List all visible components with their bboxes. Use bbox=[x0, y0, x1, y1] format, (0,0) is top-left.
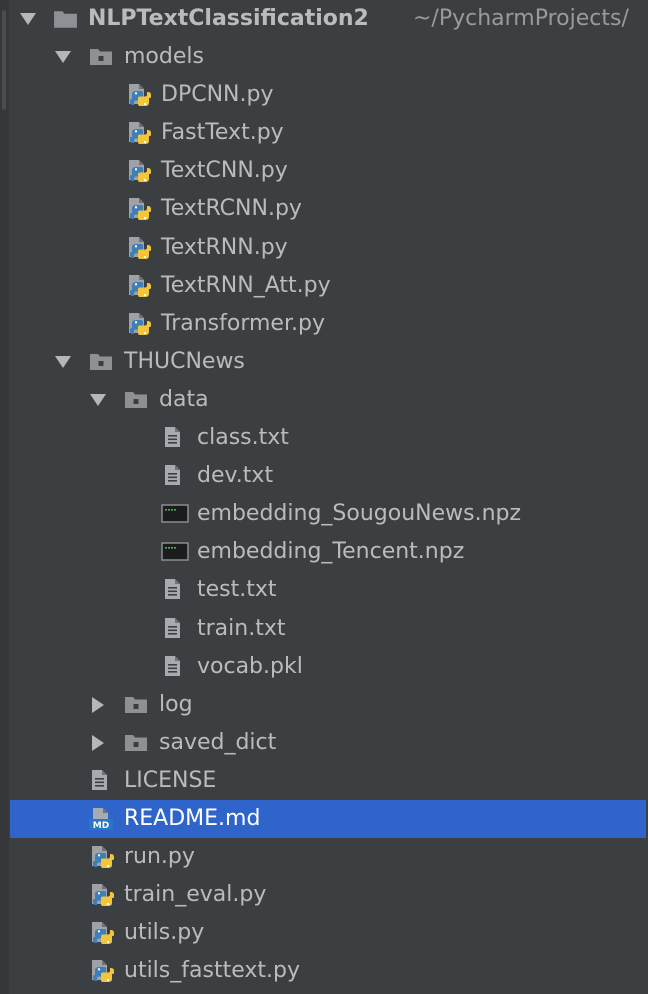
python-file-icon bbox=[124, 152, 154, 190]
tree-item-label: TextRCNN.py bbox=[161, 196, 302, 221]
tree-item-label: Transformer.py bbox=[161, 311, 325, 336]
tree-row[interactable]: utils.py bbox=[0, 914, 648, 952]
tree-item-label: README.md bbox=[124, 806, 261, 831]
folder-icon bbox=[87, 38, 117, 76]
python-file-icon bbox=[87, 876, 117, 914]
tree-item-label: vocab.pkl bbox=[197, 654, 303, 679]
tree-item-label: dev.txt bbox=[197, 463, 274, 488]
folder-icon bbox=[122, 686, 152, 724]
tree-row[interactable]: models bbox=[0, 38, 648, 76]
tree-row[interactable]: TextRNN.py bbox=[0, 229, 648, 267]
tree-item-label: TextRNN_Att.py bbox=[161, 273, 331, 298]
chevron-right-icon[interactable] bbox=[87, 686, 109, 724]
text-file-icon bbox=[160, 419, 190, 457]
tree-row[interactable]: saved_dict bbox=[0, 724, 648, 762]
tree-item-label: FastText.py bbox=[161, 120, 284, 145]
tree-row[interactable]: vocab.pkl bbox=[0, 648, 648, 686]
folder-icon bbox=[122, 724, 152, 762]
text-file-icon bbox=[160, 457, 190, 495]
tree-row[interactable]: embedding_Tencent.npz bbox=[0, 533, 648, 571]
tree-row[interactable]: dev.txt bbox=[0, 457, 648, 495]
tree-item-label: models bbox=[124, 44, 204, 69]
tree-item-label: TextCNN.py bbox=[161, 158, 288, 183]
tree-item-label: class.txt bbox=[197, 425, 289, 450]
tree-row[interactable]: THUCNews bbox=[0, 343, 648, 381]
python-file-icon bbox=[124, 76, 154, 114]
tree-row[interactable]: utils_fasttext.py bbox=[0, 952, 648, 990]
tree-row[interactable]: embedding_SougouNews.npz bbox=[0, 495, 648, 533]
text-file-icon bbox=[160, 571, 190, 609]
python-file-icon bbox=[124, 267, 154, 305]
tree-row[interactable]: data bbox=[0, 381, 648, 419]
tree-row[interactable]: train_eval.py bbox=[0, 876, 648, 914]
chevron-down-icon[interactable] bbox=[17, 0, 39, 38]
python-file-icon bbox=[87, 914, 117, 952]
tree-row[interactable]: TextCNN.py bbox=[0, 152, 648, 190]
project-tree: NLPTextClassification2 ~/PycharmProjects… bbox=[0, 0, 648, 994]
python-file-icon bbox=[87, 952, 117, 990]
tree-item-label: embedding_SougouNews.npz bbox=[197, 501, 522, 526]
tree-item-label: test.txt bbox=[197, 577, 277, 602]
python-file-icon bbox=[87, 838, 117, 876]
chevron-right-icon[interactable] bbox=[87, 724, 109, 762]
tree-item-label: train_eval.py bbox=[124, 882, 267, 907]
tree-row[interactable]: run.py bbox=[0, 838, 648, 876]
tree-row[interactable]: class.txt bbox=[0, 419, 648, 457]
tree-row[interactable]: DPCNN.py bbox=[0, 76, 648, 114]
tree-row-project-root[interactable]: NLPTextClassification2 ~/PycharmProjects… bbox=[0, 0, 648, 38]
project-folder-icon bbox=[50, 0, 80, 38]
folder-icon bbox=[87, 343, 117, 381]
tree-item-label: utils.py bbox=[124, 920, 205, 945]
tree-row[interactable]: README.md bbox=[10, 800, 646, 838]
tree-item-label: embedding_Tencent.npz bbox=[197, 539, 465, 564]
tree-item-label: data bbox=[159, 387, 209, 412]
tree-row[interactable]: Transformer.py bbox=[0, 305, 648, 343]
tree-row[interactable]: test.txt bbox=[0, 571, 648, 609]
python-file-icon bbox=[124, 229, 154, 267]
text-file-icon bbox=[160, 648, 190, 686]
tree-item-label: run.py bbox=[124, 844, 195, 869]
markdown-file-icon bbox=[87, 800, 117, 838]
tree-item-label: saved_dict bbox=[159, 730, 277, 755]
text-file-icon bbox=[87, 762, 117, 800]
folder-icon bbox=[122, 381, 152, 419]
tree-row[interactable]: FastText.py bbox=[0, 114, 648, 152]
tree-item-label: log bbox=[159, 692, 193, 717]
chevron-down-icon[interactable] bbox=[52, 38, 74, 76]
tree-item-label: TextRNN.py bbox=[161, 235, 288, 260]
tree-item-label: train.txt bbox=[197, 616, 286, 641]
project-path: ~/PycharmProjects/ bbox=[413, 6, 629, 31]
tree-row[interactable]: train.txt bbox=[0, 610, 648, 648]
tree-row[interactable]: LICENSE bbox=[0, 762, 648, 800]
text-file-icon bbox=[160, 610, 190, 648]
chevron-down-icon[interactable] bbox=[87, 381, 109, 419]
tree-item-label: LICENSE bbox=[124, 768, 217, 793]
tree-item-label: THUCNews bbox=[124, 349, 245, 374]
tree-row[interactable]: log bbox=[0, 686, 648, 724]
chevron-down-icon[interactable] bbox=[52, 343, 74, 381]
tree-row[interactable]: TextRCNN.py bbox=[0, 190, 648, 228]
python-file-icon bbox=[124, 305, 154, 343]
binary-file-icon bbox=[160, 495, 190, 533]
project-name: NLPTextClassification2 bbox=[88, 6, 369, 31]
python-file-icon bbox=[124, 190, 154, 228]
tree-item-label: DPCNN.py bbox=[161, 82, 274, 107]
binary-file-icon bbox=[160, 533, 190, 571]
tree-item-label: utils_fasttext.py bbox=[124, 958, 300, 983]
tree-row[interactable]: TextRNN_Att.py bbox=[0, 267, 648, 305]
python-file-icon bbox=[124, 114, 154, 152]
